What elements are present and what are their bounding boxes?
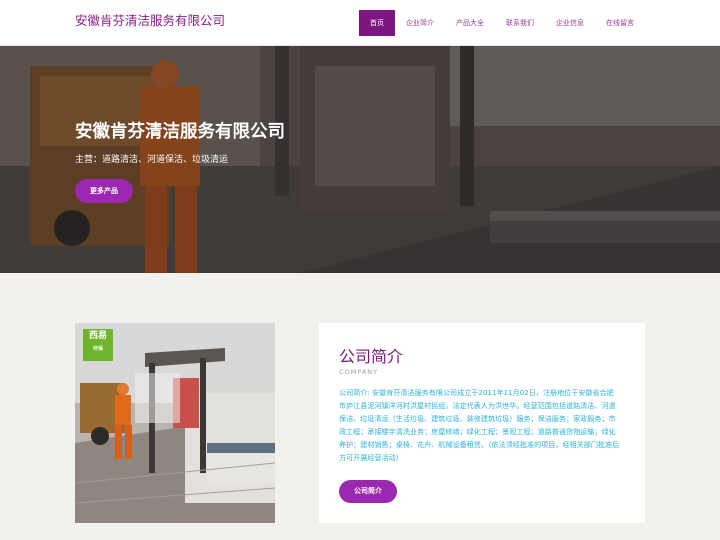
company-intro-button[interactable]: 公司简介 <box>339 480 397 503</box>
nav-item-company-info[interactable]: 企业信息 <box>545 10 595 36</box>
nav-item-products[interactable]: 产品大全 <box>445 10 495 36</box>
main-nav: 首页 企业简介 产品大全 联系我们 企业信息 在线留言 <box>359 10 645 36</box>
about-card: 公司简介 COMPANY 公司简介: 安徽肯芬清洁服务有限公司成立于2011年1… <box>319 323 645 523</box>
site-header: 安徽肯芬清洁服务有限公司 首页 企业简介 产品大全 联系我们 企业信息 在线留言 <box>0 0 720 46</box>
hero-banner: 安徽肯芬清洁服务有限公司 主营：道路清洁、河道保洁、垃圾清运 更多产品 <box>0 46 720 273</box>
nav-item-home[interactable]: 首页 <box>359 10 395 36</box>
hero-subtitle: 主营：道路清洁、河道保洁、垃圾清运 <box>75 155 229 165</box>
about-image-logo-subtext: 环保 <box>92 346 103 352</box>
nav-item-company-intro[interactable]: 企业简介 <box>395 10 445 36</box>
about-title: 公司简介 <box>339 347 404 366</box>
hero-title: 安徽肯芬清洁服务有限公司 <box>75 122 285 142</box>
nav-item-contact[interactable]: 联系我们 <box>495 10 545 36</box>
about-image-logo: 西易 环保 <box>83 329 113 361</box>
site-logo-text[interactable]: 安徽肯芬清洁服务有限公司 <box>75 10 225 29</box>
about-title-en: COMPANY <box>339 368 379 376</box>
about-image-logo-text: 西易 <box>88 331 107 341</box>
more-products-button[interactable]: 更多产品 <box>75 179 133 203</box>
about-image: 西易 环保 <box>75 323 275 523</box>
nav-item-message[interactable]: 在线留言 <box>595 10 645 36</box>
about-text: 公司简介: 安徽肯芬清洁服务有限公司成立于2011年11月02日，注册地位于安徽… <box>339 388 620 463</box>
